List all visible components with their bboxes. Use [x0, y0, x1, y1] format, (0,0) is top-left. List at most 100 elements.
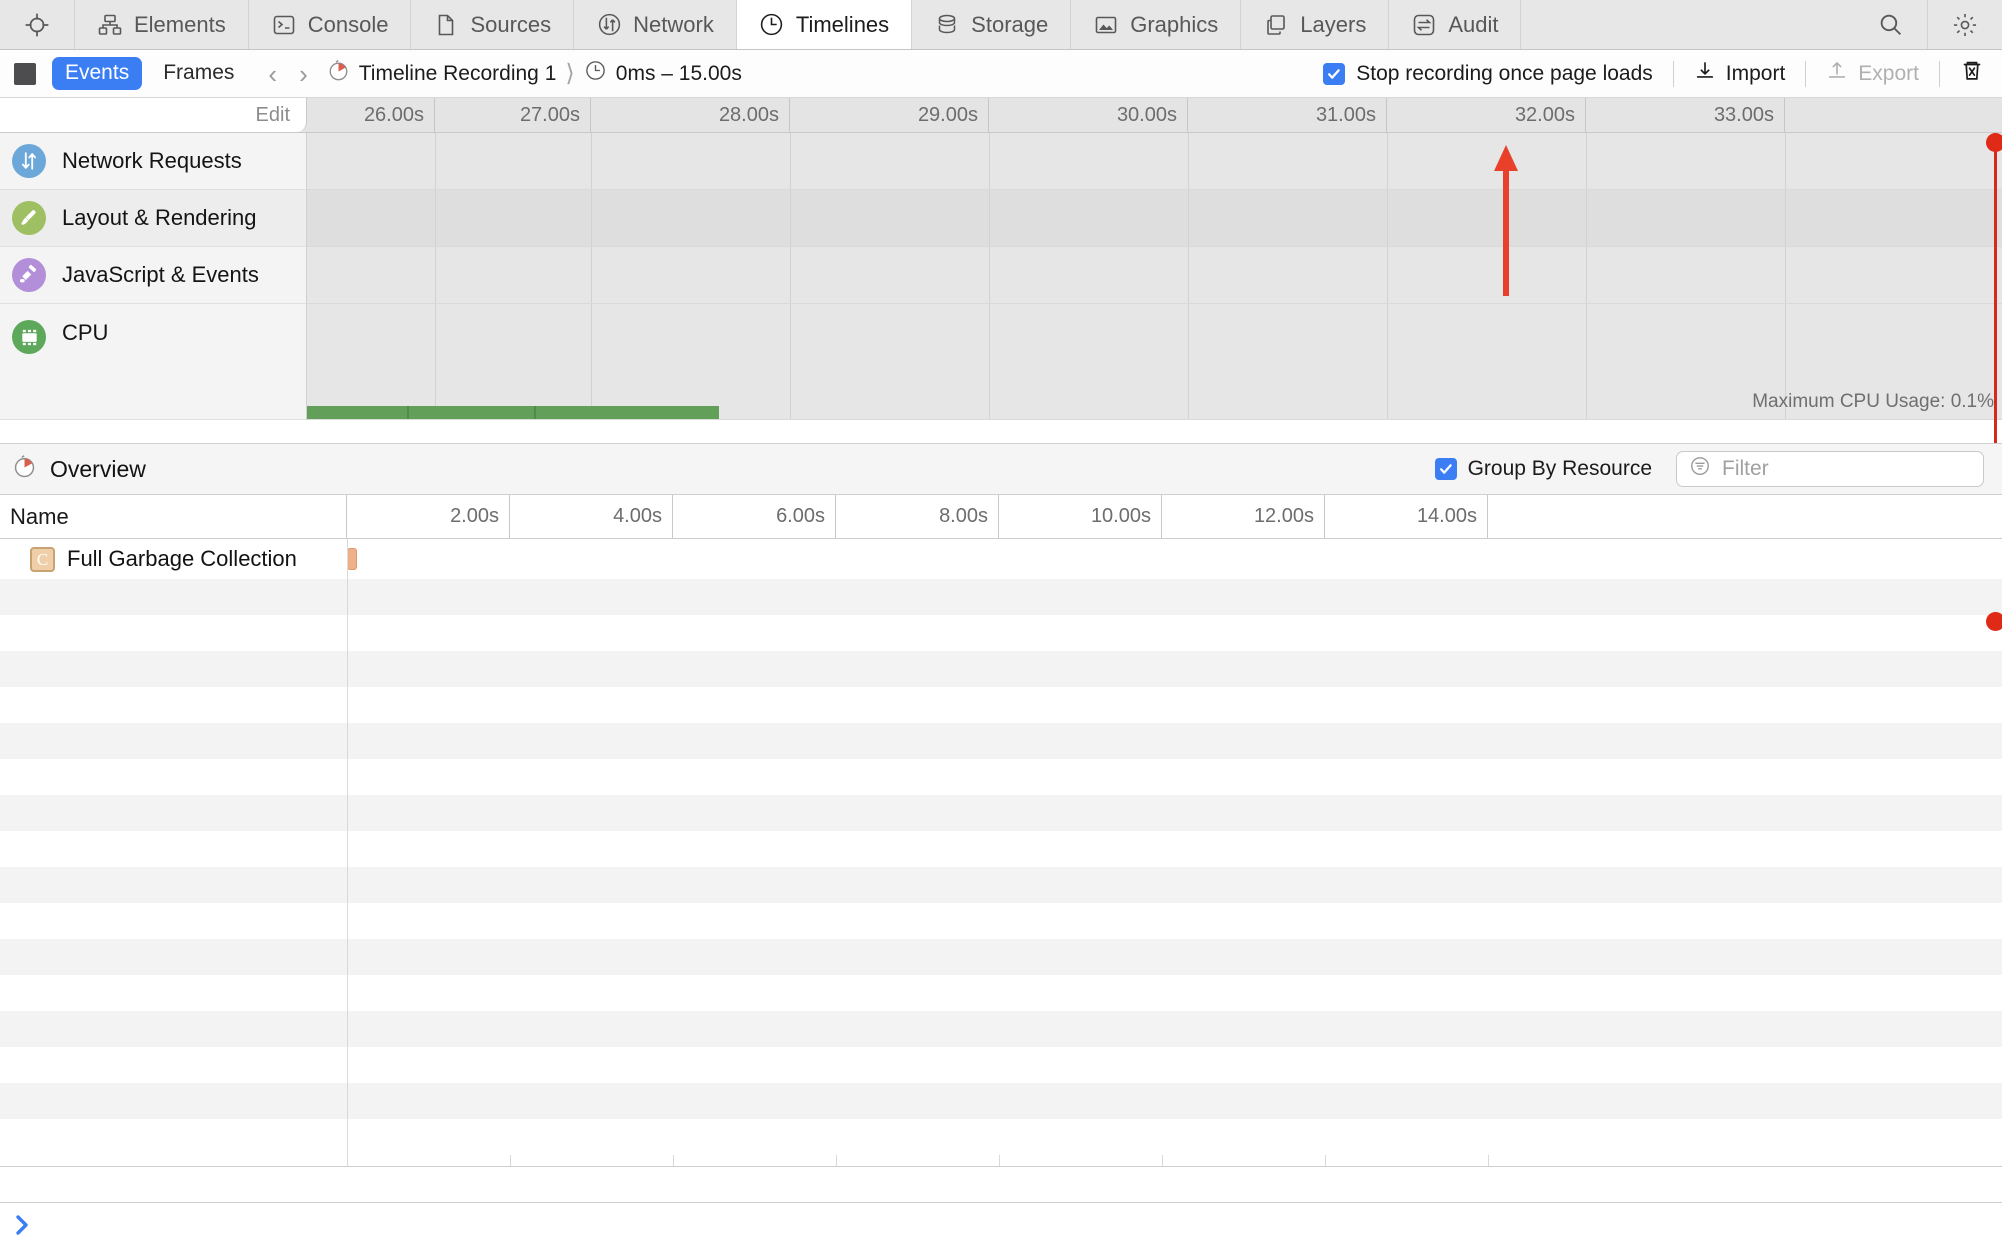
row-event-track [347, 539, 2002, 579]
cpu-icon [12, 320, 46, 354]
tab-storage[interactable]: Storage [912, 0, 1072, 49]
edit-button[interactable]: Edit [0, 98, 307, 132]
breadcrumb-range[interactable]: 0ms – 15.00s [584, 59, 742, 88]
timeline-row-graphs[interactable]: Maximum CPU Usage: 0.1% [307, 133, 2002, 420]
breadcrumb-range-label: 0ms – 15.00s [615, 61, 742, 85]
grid-ruler-tick: 2.00s [347, 495, 510, 538]
gridline [989, 304, 990, 419]
timeline-row-network-requests[interactable]: Network Requests [0, 133, 306, 190]
grid-ruler-tick: 6.00s [673, 495, 836, 538]
tab-network[interactable]: Network [574, 0, 737, 49]
table-row[interactable] [0, 939, 2002, 975]
bottom-status-bar [0, 1202, 2002, 1250]
tab-label: Graphics [1130, 11, 1219, 37]
timeline-graph-network-requests[interactable] [307, 133, 2002, 190]
nav-back-button[interactable]: ‹ [257, 61, 288, 87]
tab-sources[interactable]: Sources [411, 0, 575, 49]
import-label: Import [1725, 61, 1786, 85]
timeline-overview-graph: Edit 26.00s 27.00s 28.00s 29.00s 30.00s … [0, 98, 2002, 443]
column-header-name[interactable]: Name [0, 495, 347, 538]
group-by-resource-checkbox[interactable] [1434, 458, 1457, 480]
timeline-graph-layout-rendering[interactable] [307, 190, 2002, 247]
segment-events[interactable]: Events [52, 57, 143, 90]
stopwatch-icon [12, 454, 37, 485]
ruler-tick: 27.00s [435, 98, 591, 132]
gridline [1785, 247, 1786, 303]
breadcrumb: Timeline Recording 1 ⟩ 0ms – 15.00s [327, 59, 742, 88]
toolbar-divider-2 [1805, 60, 1807, 87]
segment-frames[interactable]: Frames [150, 57, 247, 90]
gridline [1188, 304, 1189, 419]
overview-header-bar: Overview Group By Resource Filter [0, 443, 2002, 495]
tab-layers[interactable]: Layers [1241, 0, 1390, 49]
red-grid-marker-dot[interactable] [1986, 612, 2002, 631]
table-row[interactable] [0, 615, 2002, 651]
timeline-toolbar: Events Frames ‹ › Timeline Recording 1 ⟩ [0, 50, 2002, 98]
record-stop-button[interactable] [14, 62, 36, 85]
timeline-row-cpu[interactable]: CPU [0, 304, 306, 420]
stop-recording-checkbox[interactable] [1323, 62, 1346, 85]
table-row[interactable] [0, 579, 2002, 615]
inspect-target-icon [24, 12, 50, 38]
timeline-graph-javascript-events[interactable] [307, 247, 2002, 304]
table-row[interactable] [0, 831, 2002, 867]
table-row[interactable] [0, 1119, 2002, 1155]
table-row[interactable] [0, 795, 2002, 831]
gridline [591, 133, 592, 189]
red-recording-marker-dot[interactable] [1986, 133, 2002, 152]
gridline [591, 247, 592, 303]
breadcrumb-recording[interactable]: Timeline Recording 1 [327, 59, 556, 88]
gridline [790, 133, 791, 189]
event-bar-full-garbage-collection[interactable] [347, 548, 357, 570]
row-name-cell: C Full Garbage Collection [0, 546, 347, 572]
tab-graphics[interactable]: Graphics [1071, 0, 1242, 49]
tab-timelines[interactable]: Timelines [736, 0, 913, 49]
gridline [435, 304, 436, 419]
gridline [1188, 247, 1189, 303]
tab-inspect-target[interactable] [0, 0, 75, 49]
events-frames-segmented-control: Events Frames [52, 57, 247, 90]
filter-input[interactable]: Filter [1676, 451, 1984, 487]
group-by-resource-row[interactable]: Group By Resource [1434, 457, 1652, 481]
gc-record-icon: C [30, 546, 55, 572]
layers-icon [1263, 12, 1289, 38]
timeline-graph-cpu[interactable]: Maximum CPU Usage: 0.1% [307, 304, 2002, 420]
tab-label: Layers [1300, 11, 1367, 37]
tab-console[interactable]: Console [248, 0, 412, 49]
nav-forward-button[interactable]: › [288, 61, 319, 87]
datagrid-body[interactable]: C Full Garbage Collection [0, 539, 2002, 1167]
ruler-tick: 28.00s [591, 98, 790, 132]
table-row[interactable] [0, 1083, 2002, 1119]
table-row[interactable] [0, 759, 2002, 795]
tab-settings[interactable] [1928, 0, 2002, 49]
table-row[interactable] [0, 975, 2002, 1011]
overview-title[interactable]: Overview [12, 454, 146, 485]
tab-label: Console [307, 11, 389, 37]
table-row[interactable] [0, 1011, 2002, 1047]
chevron-right-icon[interactable] [12, 1212, 34, 1242]
tab-search[interactable] [1853, 0, 1928, 49]
timeline-ruler[interactable]: Edit 26.00s 27.00s 28.00s 29.00s 30.00s … [0, 98, 2002, 133]
ruler-tick: 31.00s [1188, 98, 1387, 132]
grid-ruler-tick: 4.00s [510, 495, 673, 538]
table-row[interactable]: C Full Garbage Collection [0, 539, 2002, 579]
table-row[interactable] [0, 651, 2002, 687]
tab-elements[interactable]: Elements [75, 0, 249, 49]
export-button[interactable]: Export [1826, 60, 1919, 88]
timeline-row-layout-rendering[interactable]: Layout & Rendering [0, 190, 306, 247]
table-row[interactable] [0, 1047, 2002, 1083]
grid-column-separator [347, 539, 348, 1167]
tab-audit[interactable]: Audit [1389, 0, 1522, 49]
clear-timeline-button[interactable] [1960, 59, 1984, 89]
timeline-row-label: JavaScript & Events [62, 262, 259, 287]
gridline [989, 190, 990, 246]
import-button[interactable]: Import [1694, 60, 1786, 88]
table-row[interactable] [0, 903, 2002, 939]
timeline-row-javascript-events[interactable]: JavaScript & Events [0, 247, 306, 304]
table-row[interactable] [0, 687, 2002, 723]
table-row[interactable] [0, 867, 2002, 903]
table-row[interactable] [0, 723, 2002, 759]
breadcrumb-separator: ⟩ [565, 60, 575, 87]
toolbar-divider [1672, 60, 1674, 87]
stop-recording-checkbox-row[interactable]: Stop recording once page loads [1323, 62, 1653, 86]
